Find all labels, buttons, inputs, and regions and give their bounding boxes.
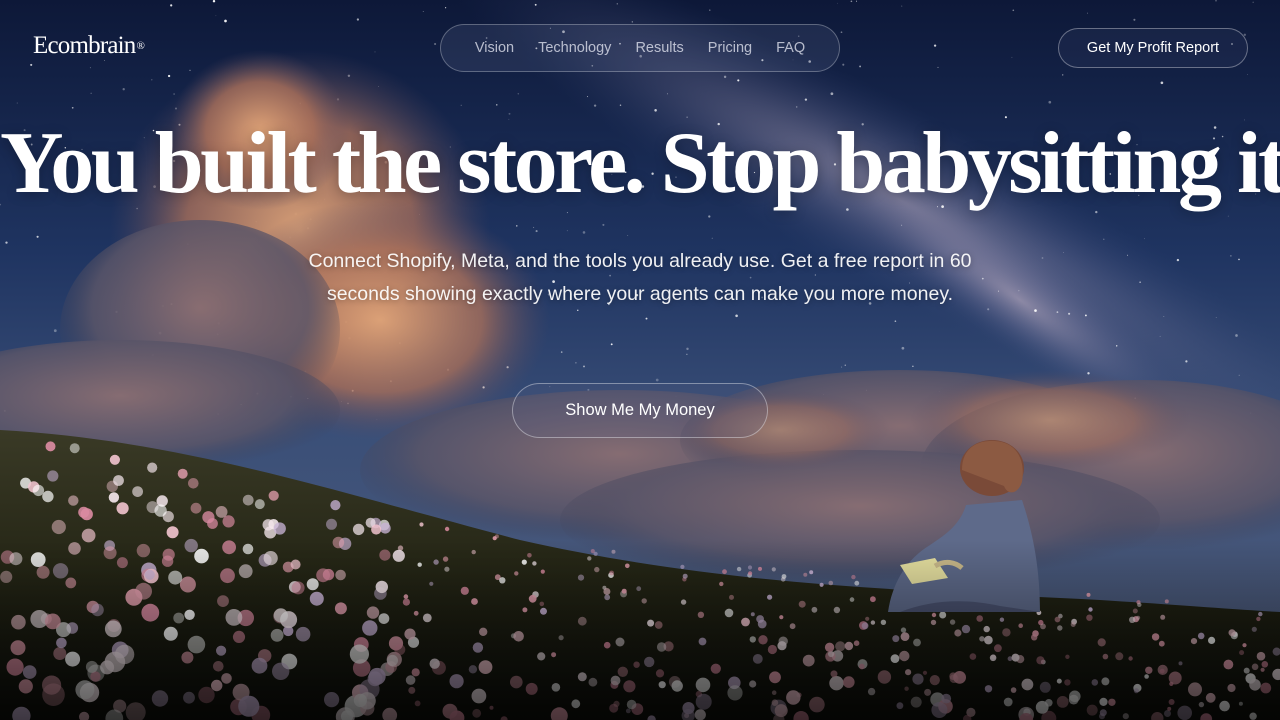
hero-subheadline: Connect Shopify, Meta, and the tools you… [308, 250, 972, 305]
nav-link-vision[interactable]: Vision [475, 40, 514, 56]
nav-link-technology[interactable]: Technology [538, 40, 611, 56]
primary-nav: Vision Technology Results Pricing FAQ [440, 24, 840, 72]
show-me-my-money-button[interactable]: Show Me My Money [512, 383, 768, 438]
brand-logo[interactable]: Ecombrain ® [33, 32, 145, 60]
nav-link-results[interactable]: Results [635, 40, 683, 56]
hero-headline: You built the store. Stop babysitting it… [0, 115, 1280, 212]
nav-link-pricing[interactable]: Pricing [708, 40, 752, 56]
nav-link-faq[interactable]: FAQ [776, 40, 805, 56]
registered-mark: ® [136, 40, 145, 52]
get-profit-report-button[interactable]: Get My Profit Report [1058, 28, 1248, 68]
brand-name: Ecombrain [33, 32, 136, 59]
hero-background-image [0, 0, 1280, 720]
